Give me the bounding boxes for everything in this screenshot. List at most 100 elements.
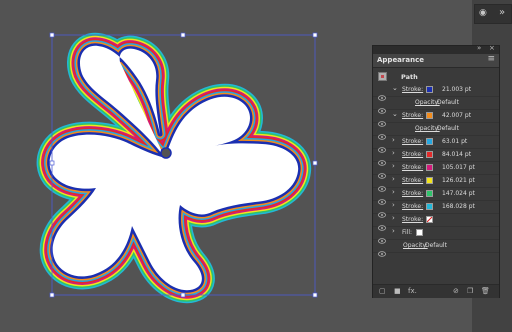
close-panel-icon[interactable]: × xyxy=(489,44,495,52)
opacity-row[interactable]: Opacity: Default xyxy=(373,123,499,140)
stroke-weight-value[interactable]: 42.007 pt xyxy=(442,112,471,119)
visibility-eye-icon[interactable] xyxy=(378,242,386,257)
chevron-right-icon[interactable]: › xyxy=(392,149,395,157)
visibility-eye-icon[interactable] xyxy=(378,203,386,218)
stroke-row[interactable]: › Stroke: 168.028 pt xyxy=(373,201,499,218)
visibility-eye-icon[interactable] xyxy=(378,112,386,127)
visibility-eye-icon[interactable] xyxy=(378,177,386,192)
chevron-right-icon[interactable]: › xyxy=(392,175,395,183)
none-swatch[interactable] xyxy=(426,216,433,223)
stroke-label[interactable]: Stroke: xyxy=(402,177,423,184)
handle-bottom-center[interactable] xyxy=(180,292,186,298)
fill-label[interactable]: Fill: xyxy=(402,229,412,236)
stroke-weight-value[interactable]: 63.01 pt xyxy=(442,138,467,145)
stroke-label[interactable]: Stroke: xyxy=(402,164,423,171)
stroke-label[interactable]: Stroke: xyxy=(402,86,423,93)
path-thumbnail-icon xyxy=(378,72,387,81)
object-type-row: Path xyxy=(373,69,499,83)
add-stroke-icon[interactable]: ▢ xyxy=(379,287,386,295)
duplicate-item-icon[interactable]: ❐ xyxy=(467,287,473,295)
stroke-row[interactable]: › Stroke: xyxy=(373,214,499,231)
fill-row[interactable]: › Fill: xyxy=(373,227,499,244)
stroke-row[interactable]: › Stroke: 126.021 pt xyxy=(373,175,499,192)
chevron-down-icon[interactable]: ⌄ xyxy=(392,110,398,118)
opacity-row[interactable]: Opacity: Default xyxy=(373,240,499,257)
stroke-weight-value[interactable]: 105.017 pt xyxy=(442,164,475,171)
panel-menu-icon[interactable]: ≡ xyxy=(487,54,495,64)
butterfly-body-hole xyxy=(160,147,172,159)
stroke-color-swatch[interactable] xyxy=(426,203,433,210)
chevron-right-icon[interactable]: › xyxy=(392,214,395,222)
opacity-value: Default xyxy=(437,125,459,132)
stroke-color-swatch[interactable] xyxy=(426,138,433,145)
stroke-color-swatch[interactable] xyxy=(426,151,433,158)
handle-top-center[interactable] xyxy=(180,32,186,38)
stroke-color-swatch[interactable] xyxy=(426,164,433,171)
dock-collapsed-tab[interactable]: ◉ » xyxy=(474,4,512,24)
fx-icon[interactable]: fx. xyxy=(408,287,417,295)
clear-appearance-icon[interactable]: ⊘ xyxy=(453,287,459,295)
panel-footer: ▢ ■ fx. ⊘ ❐ 🗑 xyxy=(373,284,499,298)
visibility-eye-icon[interactable] xyxy=(378,86,386,101)
stroke-weight-value[interactable]: 168.028 pt xyxy=(442,203,475,210)
handle-top-right[interactable] xyxy=(312,32,318,38)
chevron-right-icon[interactable]: › xyxy=(392,136,395,144)
visibility-eye-icon[interactable] xyxy=(378,125,386,140)
opacity-label-wrap: Opacity: xyxy=(415,125,440,132)
handle-middle-left[interactable] xyxy=(49,160,55,166)
opacity-row[interactable]: Opacity: Default xyxy=(373,97,499,114)
butterfly-artwork[interactable] xyxy=(36,32,312,304)
stroke-color-swatch[interactable] xyxy=(426,190,433,197)
chevron-right-icon[interactable]: › xyxy=(392,162,395,170)
opacity-label[interactable]: Opacity: xyxy=(415,99,440,106)
stroke-label[interactable]: Stroke: xyxy=(402,190,423,197)
chevron-right-icon[interactable]: › xyxy=(392,188,395,196)
stroke-row[interactable]: ⌄ Stroke: 21.003 pt xyxy=(373,84,499,101)
handle-middle-right[interactable] xyxy=(312,160,318,166)
stroke-label[interactable]: Stroke: xyxy=(402,203,423,210)
handle-top-left[interactable] xyxy=(49,32,55,38)
fill-color-swatch[interactable] xyxy=(416,229,423,236)
delete-item-icon[interactable]: 🗑 xyxy=(481,287,490,295)
stroke-row[interactable]: › Stroke: 63.01 pt xyxy=(373,136,499,153)
chevron-right-icon[interactable]: › xyxy=(392,201,395,209)
stroke-color-swatch[interactable] xyxy=(426,177,433,184)
stroke-row[interactable]: › Stroke: 147.024 pt xyxy=(373,188,499,205)
add-fill-icon[interactable]: ■ xyxy=(394,287,401,295)
panel-titlebar[interactable]: » × xyxy=(373,44,499,54)
chevron-right-icon[interactable]: › xyxy=(392,227,395,235)
object-type-label: Path xyxy=(401,73,418,81)
stroke-row[interactable]: › Stroke: 84.014 pt xyxy=(373,149,499,166)
opacity-label[interactable]: Opacity: xyxy=(403,242,428,249)
chevron-down-icon[interactable]: ⌄ xyxy=(392,84,398,92)
handle-bottom-left[interactable] xyxy=(49,292,55,298)
opacity-label[interactable]: Opacity: xyxy=(415,125,440,132)
stroke-weight-value[interactable]: 21.003 pt xyxy=(442,86,471,93)
stroke-color-swatch[interactable] xyxy=(426,112,433,119)
stroke-row[interactable]: › Stroke: 105.017 pt xyxy=(373,162,499,179)
handle-bottom-right[interactable] xyxy=(312,292,318,298)
appearance-panel: » × Appearance ≡ Path ⌄ Stroke: 21.003 pt O… xyxy=(372,44,500,298)
collapse-panel-icon[interactable]: » xyxy=(477,44,481,52)
stroke-weight-value[interactable]: 126.021 pt xyxy=(442,177,475,184)
stroke-row[interactable]: ⌄ Stroke: 42.007 pt xyxy=(373,110,499,127)
stroke-label[interactable]: Stroke: xyxy=(402,216,423,223)
expand-chevron-icon[interactable]: » xyxy=(499,7,505,18)
panel-title[interactable]: Appearance xyxy=(377,56,424,64)
visibility-eye-icon[interactable] xyxy=(378,164,386,179)
stroke-weight-value[interactable]: 147.024 pt xyxy=(442,190,475,197)
opacity-label-wrap: Opacity: xyxy=(415,99,440,106)
opacity-label-wrap: Opacity: xyxy=(403,242,428,249)
stroke-label[interactable]: Stroke: xyxy=(402,151,423,158)
visibility-eye-icon[interactable] xyxy=(378,229,386,244)
eye-icon[interactable]: ◉ xyxy=(479,8,487,18)
stroke-weight-value[interactable]: 84.014 pt xyxy=(442,151,471,158)
stroke-label[interactable]: Stroke: xyxy=(402,138,423,145)
visibility-eye-icon[interactable] xyxy=(378,99,386,114)
stroke-color-swatch[interactable] xyxy=(426,86,433,93)
visibility-eye-icon[interactable] xyxy=(378,151,386,166)
stroke-label[interactable]: Stroke: xyxy=(402,112,423,119)
visibility-eye-icon[interactable] xyxy=(378,138,386,153)
visibility-eye-icon[interactable] xyxy=(378,216,386,231)
visibility-eye-icon[interactable] xyxy=(378,190,386,205)
